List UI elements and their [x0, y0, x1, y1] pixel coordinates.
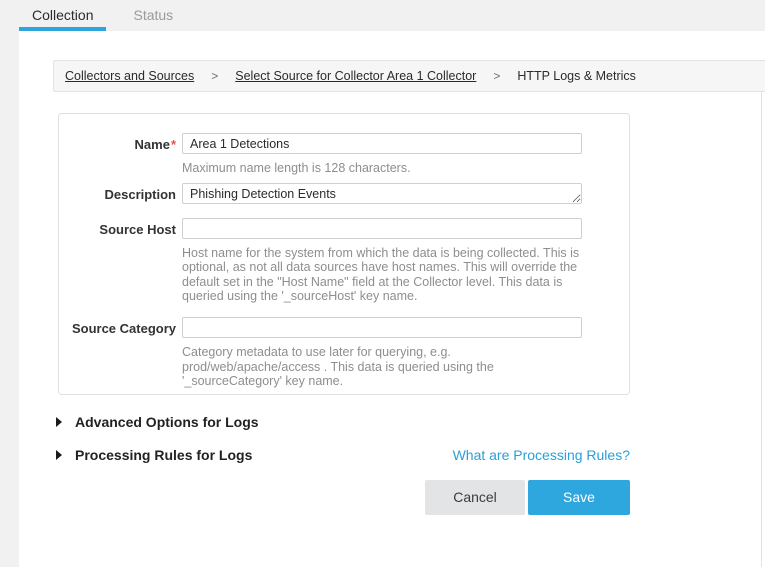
expand-arrow-icon [56, 450, 62, 460]
breadcrumb-current-page: HTTP Logs & Metrics [517, 69, 636, 83]
source-host-field-row: Source Host Host name for the system fro… [59, 218, 629, 304]
processing-rules-row: Processing Rules for Logs What are Proce… [56, 447, 630, 463]
advanced-options-row: Advanced Options for Logs [56, 414, 630, 430]
source-host-label: Source Host [59, 218, 176, 304]
tab-status[interactable]: Status [120, 0, 186, 31]
source-host-help-text: Host name for the system from which the … [182, 246, 582, 304]
name-input[interactable] [182, 133, 582, 154]
tab-collection-label: Collection [32, 7, 93, 23]
content-panel: Collectors and Sources > Select Source f… [19, 31, 765, 567]
breadcrumb: Collectors and Sources > Select Source f… [53, 60, 765, 92]
name-label-text: Name [135, 137, 170, 152]
breadcrumb-separator: > [493, 69, 500, 83]
advanced-options-label: Advanced Options for Logs [75, 414, 259, 430]
cancel-button[interactable]: Cancel [425, 480, 525, 515]
tab-status-label: Status [133, 7, 173, 23]
breadcrumb-collectors-and-sources[interactable]: Collectors and Sources [65, 69, 194, 83]
processing-rules-toggle[interactable]: Processing Rules for Logs [56, 447, 252, 463]
panel-edge-divider [761, 92, 762, 567]
description-textarea[interactable]: Phishing Detection Events [182, 183, 582, 204]
source-category-label: Source Category [59, 317, 176, 389]
breadcrumb-select-source[interactable]: Select Source for Collector Area 1 Colle… [235, 69, 476, 83]
name-help-text: Maximum name length is 128 characters. [182, 161, 582, 176]
what-are-processing-rules-link[interactable]: What are Processing Rules? [453, 447, 630, 463]
expand-arrow-icon [56, 417, 62, 427]
description-field-row: Description Phishing Detection Events [59, 183, 629, 204]
breadcrumb-separator: > [211, 69, 218, 83]
description-label: Description [59, 183, 176, 204]
advanced-options-toggle[interactable]: Advanced Options for Logs [56, 414, 259, 430]
save-button[interactable]: Save [528, 480, 630, 515]
name-field-row: Name* Maximum name length is 128 charact… [59, 133, 629, 183]
source-config-form: Name* Maximum name length is 128 charact… [58, 113, 630, 395]
source-category-input[interactable] [182, 317, 582, 338]
source-category-field-row: Source Category Category metadata to use… [59, 317, 629, 389]
form-actions: Cancel Save [56, 480, 630, 515]
tab-collection[interactable]: Collection [19, 0, 106, 31]
source-category-help-text: Category metadata to use later for query… [182, 345, 582, 389]
tab-bar: Collection Status [0, 0, 765, 31]
required-asterisk: * [171, 137, 176, 152]
processing-rules-label: Processing Rules for Logs [75, 447, 252, 463]
name-label: Name* [59, 133, 176, 183]
source-host-input[interactable] [182, 218, 582, 239]
